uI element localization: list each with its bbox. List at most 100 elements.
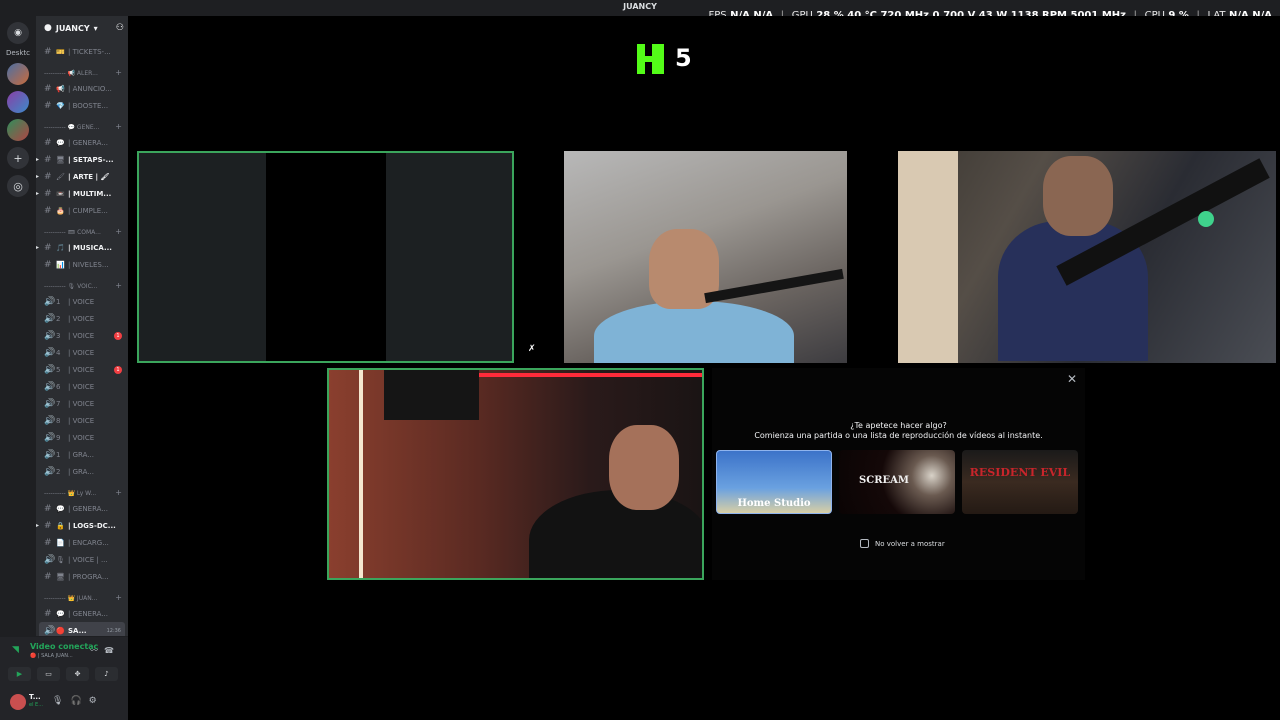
text-channel[interactable]: # 📢 | ANUNCIO... — [36, 80, 128, 97]
voice-channel[interactable]: 🔊 1 | VOICE — [36, 293, 128, 310]
activity-cards: Home Studio SCREAM RESIDENT EVIL — [716, 450, 1078, 514]
headphones-icon[interactable]: 🎧 — [70, 696, 88, 706]
channel-name: | BOOSTE... — [68, 101, 109, 110]
video-tile[interactable] — [137, 151, 514, 363]
voice-channel[interactable]: 🔊 8 | VOICE — [36, 412, 128, 429]
text-channel[interactable]: # 🎵| MUSICA... — [36, 239, 128, 256]
category-header[interactable]: ---------- 📢 ALER... + — [36, 60, 128, 80]
video-tile[interactable] — [898, 151, 1276, 363]
channel-emoji: 📊 — [56, 260, 65, 269]
dont-show-again[interactable]: No volver a mostrar — [860, 539, 945, 548]
chevron-down-icon: ▾ — [93, 23, 98, 33]
text-channel[interactable]: # 🎫 | TICKETS-... — [36, 43, 128, 60]
speaker-icon: 🔊 — [44, 381, 56, 392]
category-header[interactable]: ---------- 👑 Ly W... + — [36, 480, 128, 500]
voice-channel[interactable]: 🔊 5 | VOICE 1 — [36, 361, 128, 378]
text-channel[interactable]: # 🖌| ARTE | 🖌 — [36, 168, 128, 185]
voice-channel[interactable]: 🔊 3 | VOICE 1 — [36, 327, 128, 344]
channel-name: | MUSICA... — [68, 243, 112, 252]
channel-sidebar: ● JUANCY ▾ ⚇ # 🎫 | TICKETS-... ---------- 📢… — [36, 16, 128, 720]
gear-icon[interactable]: ⚙ — [89, 696, 104, 706]
voice-channel[interactable]: 🔊 2 | VOICE — [36, 310, 128, 327]
voice-channel[interactable]: 🔊 7 | VOICE — [36, 395, 128, 412]
category-header[interactable]: ---------- 🎟 COMA... + — [36, 219, 128, 239]
channel-emoji: 4 — [56, 348, 61, 357]
close-icon[interactable]: ✕ — [1067, 372, 1077, 386]
add-channel-icon[interactable]: + — [115, 488, 122, 497]
noise-icon[interactable]: 〰 — [90, 646, 104, 655]
channel-name: | VOICE — [68, 382, 95, 391]
signal-icon[interactable]: ◥ — [12, 645, 19, 655]
text-channel[interactable]: # 🖥| SETAPS-... — [36, 151, 128, 168]
category-name: ---------- 🎟 COMA... — [44, 229, 101, 236]
text-channel[interactable]: # 🖥 | PROGRA... — [36, 568, 128, 585]
hash-icon: # — [44, 242, 52, 253]
video-tile[interactable] — [327, 368, 704, 580]
discord-home-icon[interactable]: ◉ — [7, 22, 29, 44]
card-label: RESIDENT EVIL — [969, 466, 1071, 479]
channel-name: | PROGRA... — [68, 572, 109, 581]
add-channel-icon[interactable]: + — [115, 281, 122, 290]
microphone-icon[interactable]: 🎙 — [52, 696, 70, 706]
voice-channel-name[interactable]: 🔴 | SALA JUAN... — [30, 653, 73, 659]
channel-name: SA... — [68, 626, 87, 635]
viewer-count: 5 — [675, 44, 692, 72]
channel-name: | VOICE — [68, 365, 95, 374]
camera-button[interactable]: ▶ — [8, 667, 31, 681]
category-header[interactable]: ---------- 🎙 VOIC... + — [36, 273, 128, 293]
text-channel[interactable]: # 💬 | GENERA... — [36, 605, 128, 622]
activity-card-resident-evil[interactable]: RESIDENT EVIL — [962, 450, 1078, 514]
voice-channel[interactable]: 🔊 🎙 | VOICE | ... — [36, 551, 128, 568]
activity-card-home-studio[interactable]: Home Studio — [716, 450, 832, 514]
text-channel[interactable]: # 💎 | BOOSTE... — [36, 97, 128, 114]
category-name: ---------- 🎙 VOIC... — [44, 283, 98, 290]
voice-channel[interactable]: 🔊 1 | GRA... — [36, 446, 128, 463]
text-channel[interactable]: # 💬 | GENERA... — [36, 500, 128, 517]
category-name: ---------- 📢 ALER... — [44, 70, 98, 77]
channel-emoji: 3 — [56, 331, 61, 340]
add-server-icon[interactable]: + — [7, 147, 29, 169]
channel-name: | VOICE — [68, 331, 95, 340]
add-channel-icon[interactable]: + — [115, 68, 122, 77]
category-header[interactable]: ---------- 👑 JUAN... + — [36, 585, 128, 605]
avatar[interactable] — [10, 694, 26, 710]
text-channel[interactable]: # 🔒| LOGS-DC... — [36, 517, 128, 534]
add-channel-icon[interactable]: + — [115, 593, 122, 602]
voice-channel[interactable]: 🔊 2 | GRA... — [36, 463, 128, 480]
text-channel[interactable]: # 📼| MULTIM... — [36, 185, 128, 202]
disconnect-icon[interactable]: ☎ — [104, 646, 120, 655]
speaker-icon: 🔊 — [44, 347, 56, 358]
server-icon[interactable] — [7, 91, 29, 113]
channel-emoji: 6 — [56, 382, 61, 391]
category-header[interactable]: ---------- 💬 GENE... + — [36, 114, 128, 134]
server-icon[interactable] — [7, 63, 29, 85]
text-channel[interactable]: # 📄 | ENCARG... — [36, 534, 128, 551]
channel-name: | ARTE | 🖌 — [68, 172, 110, 181]
speaker-icon: 🔊 — [44, 364, 56, 375]
activity-card-scream[interactable]: SCREAM — [839, 450, 955, 514]
soundboard-button[interactable]: ♪ — [95, 667, 118, 681]
voice-actions: ▶ ▭ ✥ ♪ — [8, 667, 118, 681]
channel-name: | TICKETS-... — [68, 47, 111, 56]
add-member-icon[interactable]: ⚇ — [116, 23, 124, 33]
server-icon[interactable] — [7, 119, 29, 141]
notification-badge: 1 — [114, 365, 122, 374]
voice-channel[interactable]: 🔊 4 | VOICE — [36, 344, 128, 361]
video-tile[interactable] — [564, 151, 847, 363]
text-channel[interactable]: # 📊 | NIVELES... — [36, 256, 128, 273]
screen-share-button[interactable]: ▭ — [37, 667, 60, 681]
explore-icon[interactable]: ◎ — [7, 175, 29, 197]
channel-emoji: 🎵 — [56, 243, 65, 252]
video-stage: 5 ✗ ✕ ¿Te apetece hacer algo? Comienza u… — [132, 16, 1280, 720]
guild-header[interactable]: ● JUANCY ▾ ⚇ — [36, 16, 128, 40]
cursor-icon: ✗ — [528, 344, 536, 354]
voice-channel[interactable]: 🔊 9 | VOICE — [36, 429, 128, 446]
voice-channel[interactable]: 🔊 6 | VOICE — [36, 378, 128, 395]
activities-button[interactable]: ✥ — [66, 667, 89, 681]
add-channel-icon[interactable]: + — [115, 227, 122, 236]
checkbox[interactable] — [860, 539, 869, 548]
add-channel-icon[interactable]: + — [115, 122, 122, 131]
channel-name: | VOICE — [68, 399, 95, 408]
text-channel[interactable]: # 🎂 | CUMPLE... — [36, 202, 128, 219]
text-channel[interactable]: # 💬 | GENERA... — [36, 134, 128, 151]
